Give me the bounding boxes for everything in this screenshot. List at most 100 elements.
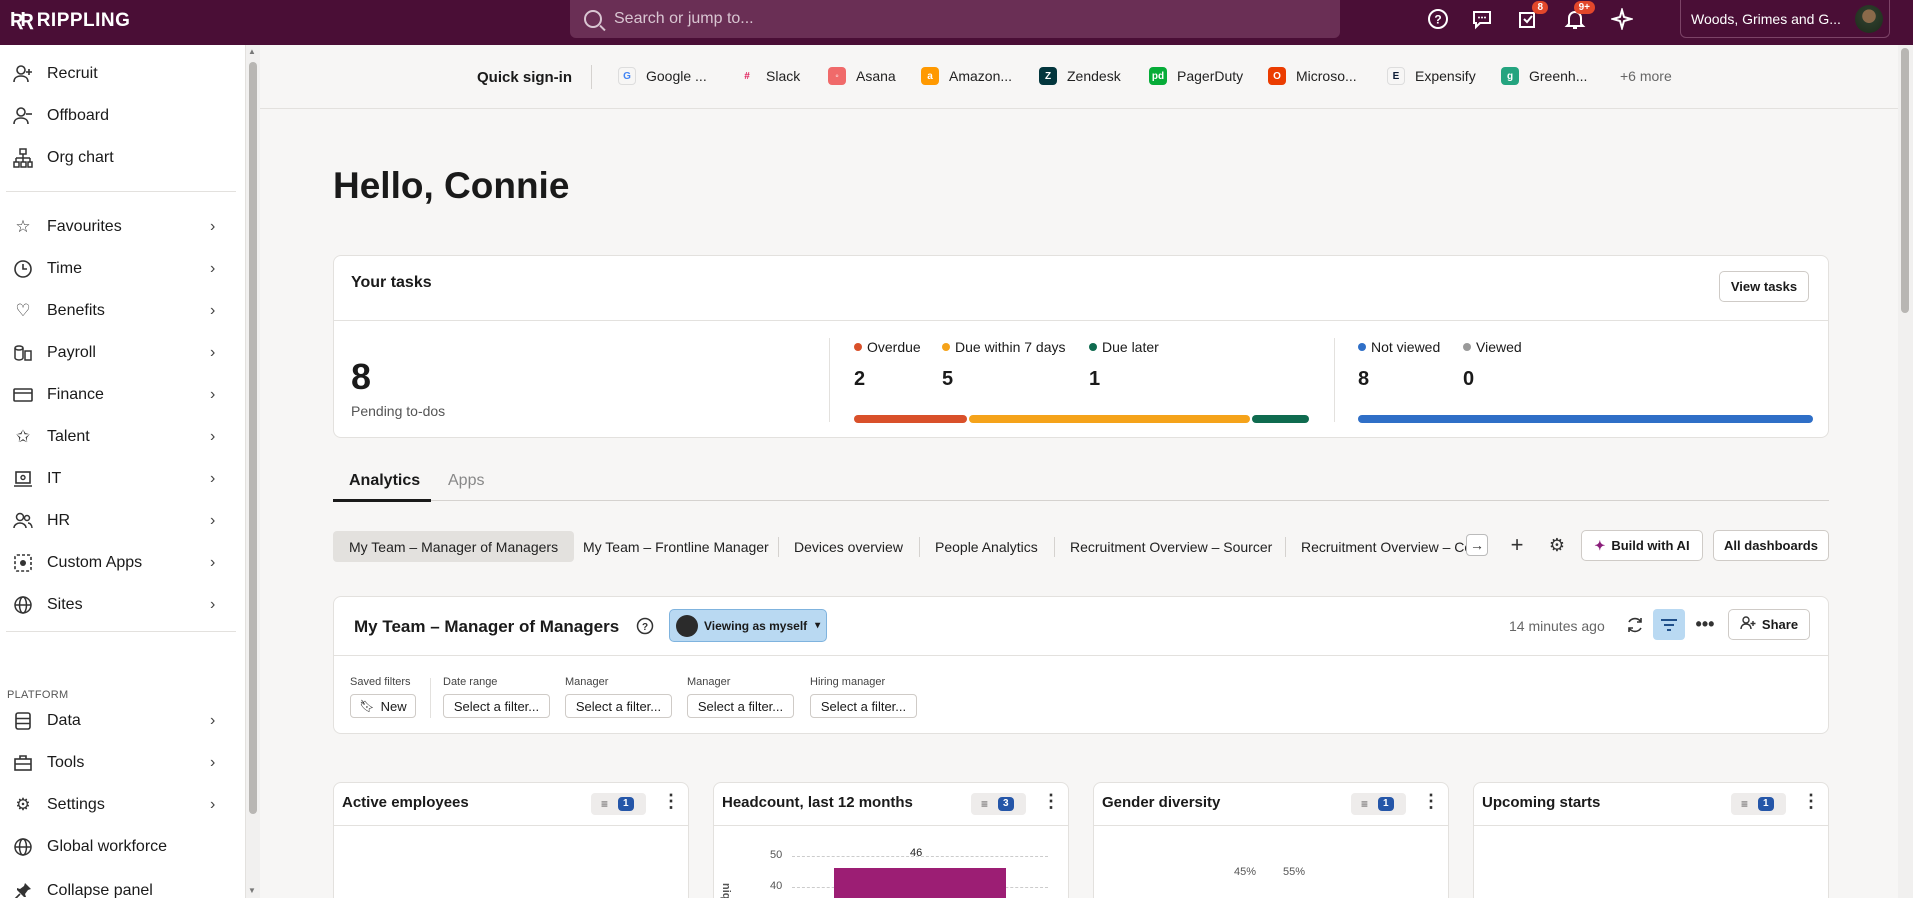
add-dashboard-icon[interactable]: + bbox=[1505, 532, 1529, 557]
tasks-icon[interactable]: 8 bbox=[1514, 1, 1548, 33]
refresh-icon[interactable] bbox=[1623, 613, 1647, 637]
overdue-bar bbox=[854, 415, 967, 423]
sidebar-item-org-chart[interactable]: Org chart bbox=[0, 138, 238, 178]
sidebar-item-global-workforce[interactable]: Global workforce bbox=[0, 827, 238, 867]
quick-signin-more[interactable]: +6 more bbox=[1620, 68, 1672, 84]
dashboard-tab-manager-of-managers[interactable]: My Team – Manager of Managers bbox=[333, 531, 575, 562]
dashboard-tab-frontline-manager[interactable]: My Team – Frontline Manager bbox=[567, 531, 785, 562]
globe-icon bbox=[12, 594, 34, 616]
hiring-manager-filter[interactable]: Select a filter... bbox=[810, 694, 917, 718]
widget-filter-button[interactable]: ≡ 1 bbox=[1731, 793, 1786, 815]
share-button[interactable]: Share bbox=[1728, 609, 1810, 640]
pending-label: Pending to-dos bbox=[351, 403, 446, 419]
quick-app-zendesk[interactable]: Z Zendesk bbox=[1039, 67, 1121, 85]
headcount-bar[interactable] bbox=[834, 868, 1006, 898]
chevron-right-icon: › bbox=[210, 754, 216, 771]
quick-app-microsoft[interactable]: O Microso... bbox=[1268, 67, 1357, 85]
sidebar: Recruit Offboard Org chart ☆ Favourites … bbox=[0, 45, 246, 898]
sidebar-item-it[interactable]: IT › bbox=[0, 459, 238, 499]
sidebar-item-offboard[interactable]: Offboard bbox=[0, 96, 238, 136]
widget-more-icon[interactable]: ⋮ bbox=[1422, 791, 1440, 812]
filter-icon: ≡ bbox=[1741, 797, 1749, 811]
dashboard-tab-devices-overview[interactable]: Devices overview bbox=[778, 531, 919, 562]
quick-app-label: Microso... bbox=[1296, 68, 1357, 84]
filter-toggle-icon[interactable] bbox=[1653, 609, 1685, 640]
toolbox-icon bbox=[12, 752, 34, 774]
company-switcher[interactable]: Woods, Grimes and G... bbox=[1680, 0, 1890, 38]
saved-filter-new-button[interactable]: 🔖︎ New bbox=[350, 694, 416, 718]
sidebar-item-time[interactable]: Time › bbox=[0, 249, 238, 289]
rippling-logo[interactable]: ƦƦ RIPPLING bbox=[10, 9, 130, 32]
ai-sparkle-icon: ✦ bbox=[1594, 537, 1606, 553]
widget-filter-count: 1 bbox=[1378, 797, 1394, 811]
manager-filter[interactable]: Select a filter... bbox=[565, 694, 672, 718]
widget-more-icon[interactable]: ⋮ bbox=[662, 791, 680, 812]
quick-app-greenhouse[interactable]: g Greenh... bbox=[1501, 67, 1587, 85]
widget-divider bbox=[1474, 825, 1828, 826]
quick-app-amazon[interactable]: a Amazon... bbox=[921, 67, 1012, 85]
collapse-panel-button[interactable]: Collapse panel bbox=[0, 871, 238, 898]
sidebar-item-label: Sites bbox=[47, 596, 83, 613]
scroll-up-icon[interactable]: ▲ bbox=[248, 47, 256, 56]
manager-filter-2[interactable]: Select a filter... bbox=[687, 694, 794, 718]
database-icon bbox=[12, 710, 34, 732]
user-avatar[interactable] bbox=[1855, 5, 1883, 33]
zendesk-icon: Z bbox=[1039, 67, 1057, 85]
sidebar-item-tools[interactable]: Tools › bbox=[0, 743, 238, 783]
tab-apps[interactable]: Apps bbox=[448, 472, 484, 490]
chevron-right-icon: › bbox=[210, 260, 216, 277]
sidebar-item-finance[interactable]: Finance › bbox=[0, 375, 238, 415]
search-bar[interactable]: Search or jump to... bbox=[570, 0, 1340, 38]
widget-more-icon[interactable]: ⋮ bbox=[1042, 791, 1060, 812]
tab-analytics[interactable]: Analytics bbox=[349, 472, 420, 490]
widget-filter-button[interactable]: ≡ 1 bbox=[1351, 793, 1406, 815]
notifications-icon[interactable]: 9+ bbox=[1561, 1, 1595, 33]
dashboard-settings-icon[interactable]: ⚙ bbox=[1545, 533, 1569, 557]
scroll-down-icon[interactable]: ▼ bbox=[248, 886, 256, 895]
build-with-ai-button[interactable]: ✦ Build with AI bbox=[1581, 530, 1703, 561]
dashboard-tab-recruitment-sourcer[interactable]: Recruitment Overview – Sourcer bbox=[1054, 531, 1288, 562]
sidebar-item-payroll[interactable]: Payroll › bbox=[0, 333, 238, 373]
view-tasks-button[interactable]: View tasks bbox=[1719, 271, 1809, 302]
sidebar-item-favourites[interactable]: ☆ Favourites › bbox=[0, 207, 238, 247]
quick-app-slack[interactable]: # Slack bbox=[738, 67, 800, 85]
sidebar-item-talent[interactable]: ✩ Talent › bbox=[0, 417, 238, 457]
quick-app-expensify[interactable]: E Expensify bbox=[1387, 67, 1476, 85]
quick-app-pagerduty[interactable]: pd PagerDuty bbox=[1149, 67, 1243, 85]
sidebar-scrollbar-thumb[interactable] bbox=[249, 62, 257, 814]
page-scrollbar-thumb[interactable] bbox=[1901, 48, 1909, 313]
sidebar-item-label: Benefits bbox=[47, 302, 105, 319]
sidebar-item-hr[interactable]: HR › bbox=[0, 501, 238, 541]
sidebar-item-sites[interactable]: Sites › bbox=[0, 585, 238, 625]
legend-viewed: Viewed bbox=[1463, 339, 1522, 355]
sidebar-item-benefits[interactable]: ♡ Benefits › bbox=[0, 291, 238, 331]
widget-active-employees: Active employees ≡ 1 ⋮ bbox=[333, 782, 689, 898]
quick-app-asana[interactable]: ◦ Asana bbox=[828, 67, 896, 85]
all-dashboards-button[interactable]: All dashboards bbox=[1713, 530, 1829, 561]
quick-app-google[interactable]: G Google ... bbox=[618, 67, 707, 85]
widget-filter-button[interactable]: ≡ 1 bbox=[591, 793, 646, 815]
chat-icon[interactable] bbox=[1468, 5, 1496, 33]
bar-value-label: 46 bbox=[910, 847, 923, 859]
sidebar-item-recruit[interactable]: Recruit bbox=[0, 54, 238, 94]
notifications-badge: 9+ bbox=[1573, 1, 1595, 14]
chevron-right-icon: › bbox=[210, 302, 216, 319]
viewing-as-selector[interactable]: Viewing as myself ▾ bbox=[669, 609, 827, 642]
sidebar-item-settings[interactable]: ⚙ Settings › bbox=[0, 785, 238, 825]
widget-more-icon[interactable]: ⋮ bbox=[1802, 791, 1820, 812]
help-icon[interactable]: ? bbox=[636, 617, 654, 635]
scroll-right-arrow-icon[interactable]: → bbox=[1466, 534, 1488, 556]
widget-filter-button[interactable]: ≡ 3 bbox=[971, 793, 1026, 815]
star-icon: ☆ bbox=[15, 217, 31, 236]
greenhouse-icon: g bbox=[1501, 67, 1519, 85]
help-icon[interactable]: ? bbox=[1424, 5, 1452, 33]
sidebar-item-data[interactable]: Data › bbox=[0, 701, 238, 741]
dashboard-tab-people-analytics[interactable]: People Analytics bbox=[919, 531, 1054, 562]
tasks-title: Your tasks bbox=[351, 274, 432, 291]
sidebar-item-custom-apps[interactable]: Custom Apps › bbox=[0, 543, 238, 583]
ai-sparkle-icon[interactable] bbox=[1608, 5, 1636, 33]
date-range-filter[interactable]: Select a filter... bbox=[443, 694, 550, 718]
more-options-icon[interactable]: ••• bbox=[1692, 611, 1718, 637]
sidebar-divider bbox=[6, 191, 236, 192]
dashboard-tab-recruitment-coordinator[interactable]: Recruitment Overview – Co bbox=[1285, 531, 1470, 562]
